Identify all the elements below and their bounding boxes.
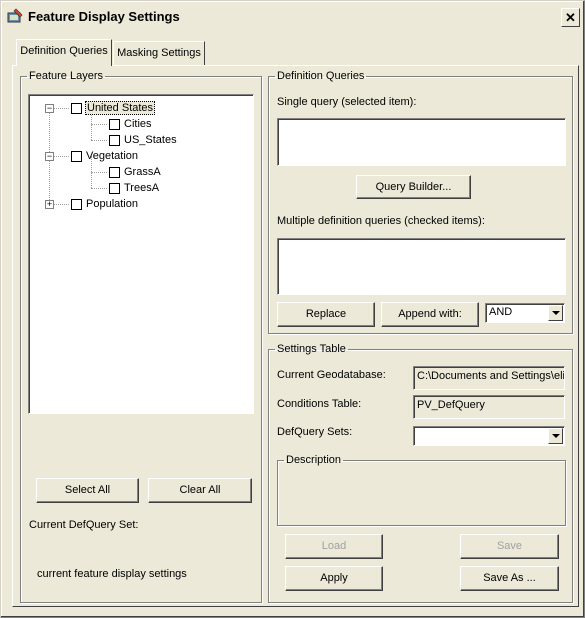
tree-node-vegetation[interactable]: − Vegetation bbox=[29, 148, 249, 164]
replace-button[interactable]: Replace bbox=[277, 302, 375, 327]
window-title: Feature Display Settings bbox=[28, 9, 180, 24]
checkbox-us-states[interactable] bbox=[109, 135, 120, 146]
feature-layers-tree[interactable]: − United States Cities US_States − Veget… bbox=[28, 94, 254, 414]
checkbox-treesa[interactable] bbox=[109, 183, 120, 194]
save-button[interactable]: Save bbox=[460, 534, 559, 559]
tree-label-us-states: US_States bbox=[124, 134, 177, 146]
query-builder-button[interactable]: Query Builder... bbox=[356, 175, 471, 199]
collapse-icon[interactable]: − bbox=[45, 152, 54, 161]
chevron-down-icon[interactable] bbox=[548, 305, 563, 321]
clear-all-button[interactable]: Clear All bbox=[148, 478, 252, 503]
tab-definition-queries[interactable]: Definition Queries bbox=[16, 39, 112, 66]
tree-node-cities[interactable]: Cities bbox=[29, 116, 249, 132]
single-query-textarea[interactable] bbox=[277, 118, 566, 166]
select-all-button[interactable]: Select All bbox=[36, 478, 139, 503]
definition-queries-legend: Definition Queries bbox=[277, 70, 365, 82]
tree-node-grassa[interactable]: GrassA bbox=[29, 164, 249, 180]
apply-button[interactable]: Apply bbox=[285, 566, 383, 591]
feature-display-settings-window: Feature Display Settings ✕ Definition Qu… bbox=[0, 0, 585, 618]
settings-table-legend: Settings Table bbox=[277, 343, 346, 355]
close-button[interactable]: ✕ bbox=[561, 8, 580, 27]
load-button[interactable]: Load bbox=[285, 534, 383, 559]
single-query-label: Single query (selected item): bbox=[277, 96, 417, 108]
tree-label-grassa: GrassA bbox=[124, 166, 161, 178]
description-group: Description bbox=[277, 454, 566, 526]
conditions-table-label: Conditions Table: bbox=[277, 398, 362, 410]
tree-node-us-states[interactable]: US_States bbox=[29, 132, 249, 148]
multiple-queries-textarea[interactable] bbox=[277, 238, 566, 295]
tree-label-vegetation: Vegetation bbox=[86, 150, 138, 162]
checkbox-grassa[interactable] bbox=[109, 167, 120, 178]
title-bar[interactable]: Feature Display Settings ✕ bbox=[3, 3, 582, 30]
expand-icon[interactable]: + bbox=[45, 200, 54, 209]
append-with-button[interactable]: Append with: bbox=[381, 302, 479, 327]
tree-node-population[interactable]: + Population bbox=[29, 196, 249, 212]
defquery-sets-label: DefQuery Sets: bbox=[277, 426, 353, 438]
collapse-icon[interactable]: − bbox=[45, 104, 54, 113]
operator-select-value: AND bbox=[489, 306, 513, 318]
tree-node-treesa[interactable]: TreesA bbox=[29, 180, 249, 196]
multiple-queries-label: Multiple definition queries (checked ite… bbox=[277, 215, 485, 227]
tab-definition-queries-label: Definition Queries bbox=[20, 45, 108, 57]
checkbox-cities[interactable] bbox=[109, 119, 120, 130]
description-legend: Description bbox=[286, 454, 342, 466]
operator-select[interactable]: AND bbox=[485, 303, 565, 323]
checkbox-vegetation[interactable] bbox=[71, 151, 82, 162]
tab-masking-settings-label: Masking Settings bbox=[117, 47, 201, 59]
save-as-button[interactable]: Save As ... bbox=[460, 566, 559, 591]
tab-panel: Feature Layers − United States Cities US… bbox=[12, 65, 579, 607]
current-geodatabase-field: C:\Documents and Settings\eli bbox=[413, 366, 565, 390]
tree-label-treesa: TreesA bbox=[124, 182, 160, 194]
tab-masking-settings[interactable]: Masking Settings bbox=[113, 41, 205, 65]
tree-node-united-states[interactable]: − United States bbox=[29, 100, 249, 116]
defquery-sets-select[interactable] bbox=[413, 426, 565, 446]
current-geodatabase-label: Current Geodatabase: bbox=[277, 369, 386, 381]
checkbox-population[interactable] bbox=[71, 199, 82, 210]
current-defquery-set-label: Current DefQuery Set: bbox=[29, 519, 139, 531]
current-defquery-set-value: current feature display settings bbox=[37, 568, 187, 580]
tree-label-cities: Cities bbox=[124, 118, 152, 130]
checkbox-united-states[interactable] bbox=[71, 103, 82, 114]
tree-label-population: Population bbox=[86, 198, 138, 210]
tree-label-united-states: United States bbox=[85, 101, 156, 115]
feature-layers-legend: Feature Layers bbox=[29, 70, 103, 82]
conditions-table-field: PV_DefQuery bbox=[413, 395, 565, 419]
chevron-down-icon[interactable] bbox=[548, 428, 563, 444]
app-icon bbox=[7, 8, 23, 23]
close-icon: ✕ bbox=[565, 10, 576, 25]
